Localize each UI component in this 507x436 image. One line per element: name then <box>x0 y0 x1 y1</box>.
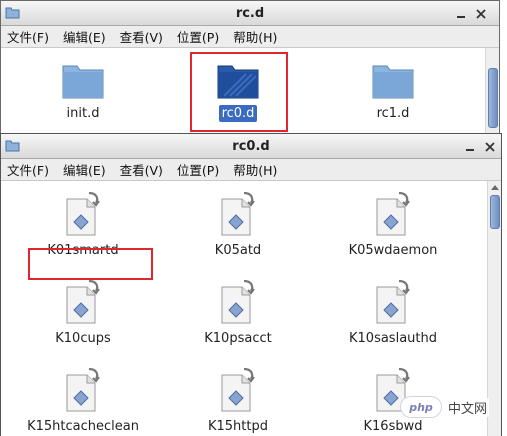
symlink-file-icon <box>66 279 100 324</box>
folder-icon <box>62 65 104 99</box>
menu-edit[interactable]: 编辑(E) <box>63 27 106 46</box>
file-item-k05wdaemon[interactable]: K05wdaemon <box>333 191 453 259</box>
file-item-k10saslauthd[interactable]: K10saslauthd <box>333 279 453 347</box>
file-label: K05wdaemon <box>348 243 438 258</box>
file-item-k15httpd[interactable]: K15httpd <box>178 367 298 435</box>
symlink-file-icon <box>221 367 255 412</box>
php-chinese-watermark: php 中文网 <box>400 393 507 421</box>
menu-view[interactable]: 查看(V) <box>120 160 163 179</box>
watermark-text: 中文网 <box>446 397 490 417</box>
folder-icon <box>372 65 414 99</box>
close-icon[interactable] <box>473 6 488 21</box>
scroll-up-icon[interactable] <box>491 185 499 190</box>
menu-edit[interactable]: 编辑(E) <box>63 160 106 179</box>
window-titlebar[interactable]: rc0.d <box>1 134 501 159</box>
minimize-icon[interactable] <box>462 139 477 154</box>
file-label: K10saslauthd <box>349 331 437 346</box>
symlink-file-icon <box>221 191 255 236</box>
scrollbar-thumb[interactable] <box>490 195 500 229</box>
menubar: 文件(F) 编辑(E) 查看(V) 位置(P) 帮助(H) <box>1 159 501 181</box>
file-item-k10psacct[interactable]: K10psacct <box>178 279 298 347</box>
window-title: rc.d <box>235 6 265 21</box>
menu-file[interactable]: 文件(F) <box>7 160 49 179</box>
file-label: K15httpd <box>207 419 268 434</box>
symlink-file-icon <box>66 367 100 412</box>
file-label: K05atd <box>214 243 262 258</box>
menu-view[interactable]: 查看(V) <box>120 27 163 46</box>
menu-help[interactable]: 帮助(H) <box>233 160 277 179</box>
file-label: K15htcacheclean <box>27 419 139 434</box>
file-item-k15htcacheclean[interactable]: K15htcacheclean <box>23 367 143 435</box>
symlink-file-icon <box>376 191 410 236</box>
folder-item-init-d[interactable]: init.d <box>23 62 143 122</box>
file-label: K10cups <box>55 331 111 346</box>
php-logo: php <box>400 396 442 418</box>
file-manager-window-rc0-d: rc0.d 文件(F) 编辑(E) 查看(V) 位置(P) 帮助(H) K01s… <box>0 133 502 436</box>
symlink-file-icon <box>376 279 410 324</box>
window-titlebar[interactable]: rc.d <box>1 1 499 26</box>
highlight-box-k01smartd <box>28 248 153 280</box>
highlight-box-rc0-d <box>190 52 288 132</box>
folder-label: init.d <box>66 106 100 121</box>
menu-help[interactable]: 帮助(H) <box>233 27 277 46</box>
file-item-k05atd[interactable]: K05atd <box>178 191 298 259</box>
window-title: rc0.d <box>232 139 270 154</box>
menubar: 文件(F) 编辑(E) 查看(V) 位置(P) 帮助(H) <box>1 26 499 48</box>
symlink-file-icon <box>66 191 100 236</box>
file-item-k10cups[interactable]: K10cups <box>23 279 143 347</box>
close-icon[interactable] <box>482 139 497 154</box>
symlink-file-icon <box>221 279 255 324</box>
menu-file[interactable]: 文件(F) <box>7 27 49 46</box>
folder-label: rc1.d <box>376 106 410 121</box>
menu-go[interactable]: 位置(P) <box>177 160 219 179</box>
vertical-scrollbar[interactable] <box>485 48 499 140</box>
minimize-icon[interactable] <box>453 6 468 21</box>
file-label: K10psacct <box>204 331 272 346</box>
scrollbar-thumb[interactable] <box>488 68 498 128</box>
folder-item-rc1-d[interactable]: rc1.d <box>333 62 453 122</box>
desktop: rc.d 文件(F) 编辑(E) 查看(V) 位置(P) 帮助(H) init.… <box>0 0 507 436</box>
menu-go[interactable]: 位置(P) <box>177 27 219 46</box>
